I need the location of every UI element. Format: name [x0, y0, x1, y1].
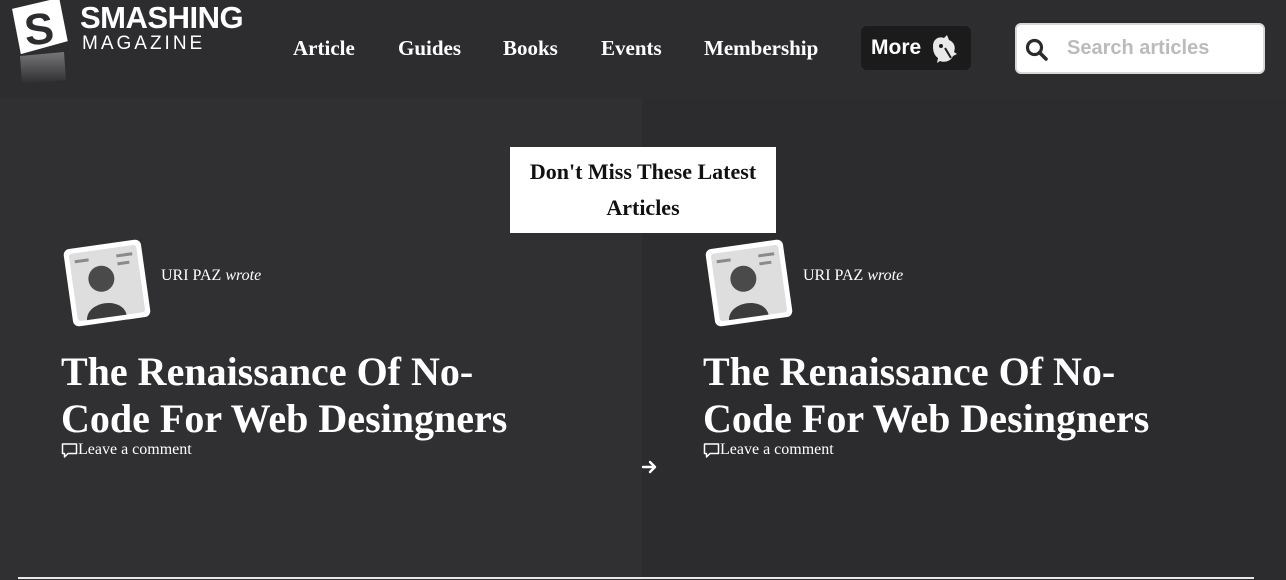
- site-logo[interactable]: S SMASHING MAGAZINE: [10, 0, 255, 90]
- author-avatar[interactable]: [704, 238, 794, 328]
- arrow-right-icon[interactable]: [640, 458, 660, 476]
- more-button[interactable]: More: [861, 26, 971, 70]
- logo-subtitle: MAGAZINE: [82, 33, 206, 54]
- author-name[interactable]: URI PAZ: [803, 267, 863, 284]
- cat-icon: [933, 35, 957, 63]
- nav-link-events[interactable]: Events: [601, 34, 662, 64]
- section-title: Don't Miss These Latest Articles: [510, 147, 776, 233]
- search-icon[interactable]: [1024, 37, 1050, 63]
- divider: [18, 577, 1254, 579]
- article-author-line: URI PAZ wrote: [161, 266, 261, 286]
- comment-icon: [703, 442, 720, 458]
- article-title[interactable]: The Renaissance Of No-Code For Web Desin…: [61, 348, 561, 442]
- author-verb: wrote: [225, 267, 262, 284]
- comments-label: Leave a comment: [720, 441, 834, 458]
- comment-icon: [61, 442, 78, 458]
- more-label: More: [871, 36, 922, 59]
- logo-wordmark: SMASHING: [80, 0, 244, 35]
- nav-link-article[interactable]: Article: [293, 34, 355, 64]
- search-box: [1015, 23, 1265, 74]
- nav-link-membership[interactable]: Membership: [704, 34, 818, 64]
- svg-text:S: S: [22, 4, 56, 56]
- article-title[interactable]: The Renaissance Of No-Code For Web Desin…: [703, 348, 1203, 442]
- comments-link[interactable]: Leave a comment: [703, 440, 834, 460]
- search-input[interactable]: [1067, 31, 1257, 65]
- author-name[interactable]: URI PAZ: [161, 267, 221, 284]
- nav-link-guides[interactable]: Guides: [398, 34, 461, 64]
- author-avatar[interactable]: [62, 238, 152, 328]
- comments-link[interactable]: Leave a comment: [61, 440, 192, 460]
- comments-label: Leave a comment: [78, 441, 192, 458]
- nav-link-books[interactable]: Books: [503, 34, 558, 64]
- smashing-logo-icon: S: [12, 0, 68, 84]
- article-author-line: URI PAZ wrote: [803, 266, 903, 286]
- site-header: S SMASHING MAGAZINE Article Guides Books…: [0, 0, 1286, 98]
- author-verb: wrote: [867, 267, 904, 284]
